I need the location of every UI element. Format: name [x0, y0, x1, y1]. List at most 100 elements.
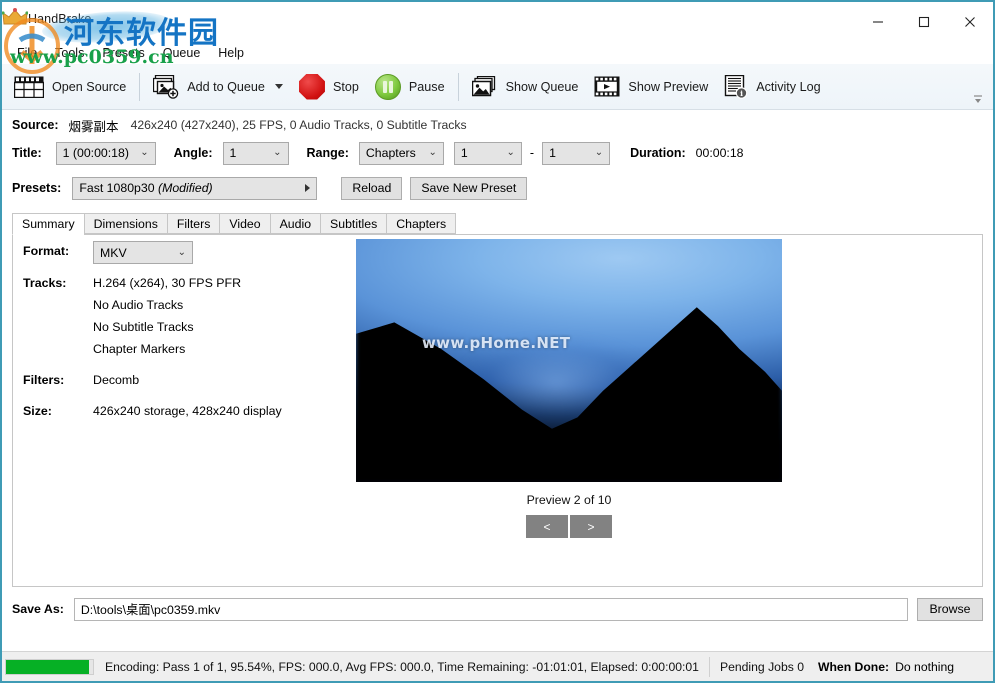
- source-meta: 426x240 (427x240), 25 FPS, 0 Audio Track…: [130, 118, 467, 132]
- film-play-icon: [594, 76, 620, 97]
- show-preview-button[interactable]: Show Preview: [586, 67, 716, 107]
- title-row: Title: 1 (00:00:18) ⌄ Angle: 1 ⌄ Range: …: [12, 136, 983, 170]
- summary-row-tracks-3: No Subtitle Tracks: [23, 317, 353, 339]
- tab-subtitles[interactable]: Subtitles: [320, 213, 387, 234]
- close-button[interactable]: [947, 2, 993, 42]
- size-value: 426x240 storage, 428x240 display: [93, 404, 282, 418]
- preset-modified-flag: (Modified): [157, 181, 213, 195]
- preview-prev-button[interactable]: <: [526, 515, 568, 538]
- preview-next-button[interactable]: >: [570, 515, 612, 538]
- range-dash: -: [529, 146, 535, 160]
- angle-select[interactable]: 1 ⌄: [222, 141, 289, 165]
- tab-summary[interactable]: Summary: [12, 213, 84, 235]
- activity-log-label: Activity Log: [756, 79, 821, 94]
- toolbar: Open Source Add to Queue Stop Pause Show…: [2, 64, 993, 110]
- chevron-down-icon: ⌄: [140, 147, 149, 158]
- tab-video[interactable]: Video: [219, 213, 270, 234]
- title-select[interactable]: 1 (00:00:18) ⌄: [55, 141, 156, 165]
- title-select-value: 1 (00:00:18): [62, 146, 129, 160]
- window-title: HandBrake: [28, 12, 92, 26]
- toolbar-overflow-icon[interactable]: [971, 92, 985, 106]
- window-controls: [855, 2, 993, 42]
- preview-section: www.pHome.NET Preview 2 of 10 < >: [356, 239, 782, 538]
- log-info-icon: i: [724, 74, 748, 99]
- tab-audio[interactable]: Audio: [269, 213, 321, 234]
- chapter-end-select[interactable]: 1 ⌄: [542, 141, 611, 165]
- stop-button[interactable]: Stop: [291, 67, 367, 107]
- show-queue-button[interactable]: Show Queue: [464, 67, 587, 107]
- save-new-preset-button[interactable]: Save New Preset: [410, 176, 528, 200]
- summary-row-tracks-4: Chapter Markers: [23, 339, 353, 361]
- tracks-value-2: No Subtitle Tracks: [93, 320, 194, 334]
- summary-row-tracks-2: No Audio Tracks: [23, 295, 353, 317]
- open-source-label: Open Source: [52, 79, 127, 94]
- tab-filters[interactable]: Filters: [166, 213, 220, 234]
- save-as-row: Save As: D:\tools\桌面\pc0359.mkv Browse: [12, 596, 983, 622]
- chapter-start-select[interactable]: 1 ⌄: [453, 141, 522, 165]
- title-label: Title:: [12, 146, 42, 160]
- pause-button[interactable]: Pause: [367, 67, 453, 107]
- format-select[interactable]: MKV ⌄: [93, 241, 193, 264]
- filters-value: Decomb: [93, 373, 140, 387]
- toolbar-separator-2: [457, 72, 459, 101]
- duration-label: Duration:: [630, 146, 686, 160]
- queue-images-icon: [471, 75, 498, 98]
- chevron-down-icon: ⌄: [428, 147, 437, 158]
- add-image-icon: [153, 74, 179, 99]
- preset-select[interactable]: Fast 1080p30 (Modified): [72, 176, 318, 200]
- when-done-value[interactable]: Do nothing: [895, 660, 954, 674]
- presets-row: Presets: Fast 1080p30 (Modified) Reload …: [12, 170, 983, 206]
- maximize-button[interactable]: [901, 2, 947, 42]
- menu-help[interactable]: Help: [209, 44, 253, 62]
- encode-progress-bar: [5, 658, 94, 675]
- chevron-down-icon: ⌄: [273, 147, 282, 158]
- encode-status-text: Encoding: Pass 1 of 1, 95.54%, FPS: 000.…: [105, 659, 699, 674]
- chevron-down-icon: ⌄: [177, 246, 186, 258]
- menu-queue[interactable]: Queue: [154, 44, 210, 62]
- tab-dimensions[interactable]: Dimensions: [83, 213, 167, 234]
- filters-label: Filters:: [23, 373, 65, 387]
- range-type-value: Chapters: [365, 146, 416, 160]
- size-label: Size:: [23, 404, 52, 418]
- show-preview-label: Show Preview: [628, 79, 709, 94]
- tracks-value-0: H.264 (x264), 30 FPS PFR: [93, 276, 242, 290]
- summary-row-format: Format: MKV ⌄: [23, 241, 353, 264]
- tracks-label: Tracks:: [23, 276, 67, 290]
- chevron-down-icon[interactable]: [274, 84, 283, 89]
- format-label: Format:: [23, 244, 70, 258]
- add-to-queue-label: Add to Queue: [187, 79, 265, 94]
- browse-button[interactable]: Browse: [917, 597, 983, 621]
- range-label: Range:: [306, 146, 349, 160]
- tab-chapters[interactable]: Chapters: [386, 213, 457, 234]
- menu-presets[interactable]: Presets: [93, 44, 153, 62]
- encode-progress-fill: [6, 659, 90, 674]
- menu-file[interactable]: File: [8, 44, 46, 62]
- handbrake-window: HandBrake File Tools Presets Queue Help: [0, 0, 995, 683]
- summary-row-filters: Filters: Decomb: [23, 370, 353, 392]
- source-section: Source: 烟雾副本 426x240 (427x240), 25 FPS, …: [2, 110, 993, 206]
- source-row: Source: 烟雾副本 426x240 (427x240), 25 FPS, …: [12, 110, 983, 136]
- tracks-value-1: No Audio Tracks: [93, 298, 184, 312]
- clapperboard-icon: [14, 76, 44, 98]
- when-done-label: When Done:: [817, 659, 890, 674]
- status-separator: [708, 656, 710, 677]
- stop-icon: [298, 73, 325, 100]
- minimize-button[interactable]: [855, 2, 901, 42]
- menu-tools[interactable]: Tools: [46, 44, 93, 62]
- reload-button[interactable]: Reload: [341, 176, 403, 200]
- source-name: 烟雾副本: [68, 119, 119, 134]
- show-queue-label: Show Queue: [505, 79, 579, 94]
- activity-log-button[interactable]: i Activity Log: [716, 67, 828, 107]
- source-label: Source:: [12, 118, 59, 132]
- preset-value: Fast 1080p30: [79, 181, 155, 195]
- add-to-queue-button[interactable]: Add to Queue: [145, 67, 291, 107]
- save-as-input[interactable]: D:\tools\桌面\pc0359.mkv: [73, 597, 908, 621]
- open-source-button[interactable]: Open Source: [6, 67, 134, 107]
- summary-panel: Format: MKV ⌄ Tracks: H.264 (x264), 30 F…: [12, 234, 983, 587]
- range-type-select[interactable]: Chapters ⌄: [358, 141, 444, 165]
